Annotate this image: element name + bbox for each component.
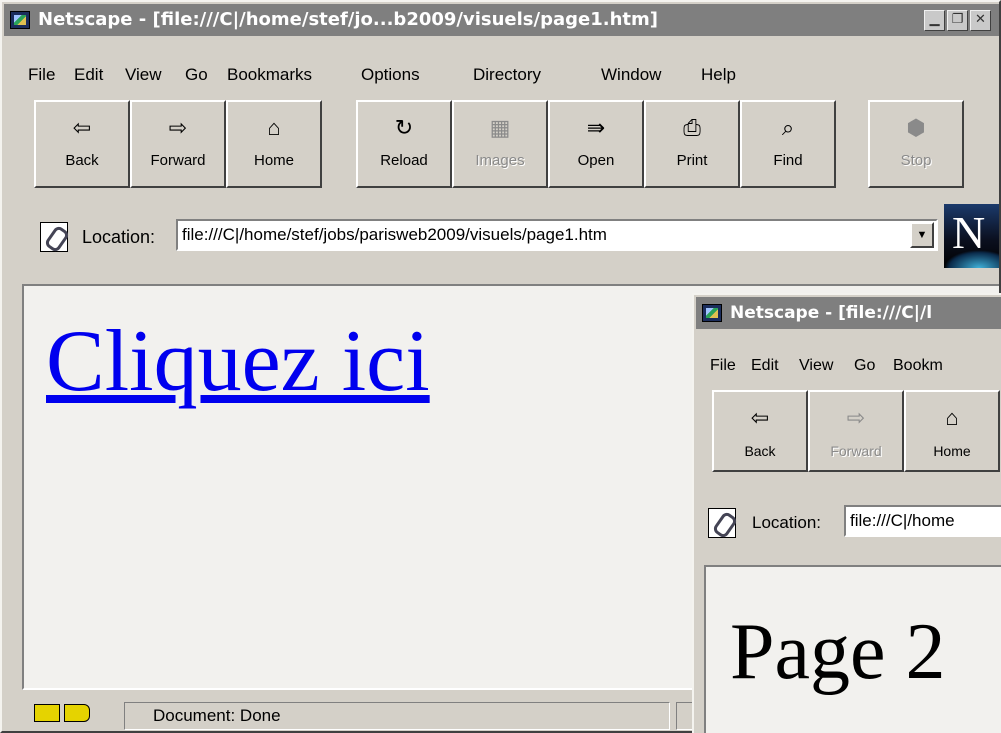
back-arrow-icon: ⇦ <box>750 405 770 430</box>
bookmark-quickfile-icon[interactable] <box>708 508 736 538</box>
back-button[interactable]: ⇦ Back <box>712 390 808 472</box>
window-title: Netscape - [file:///C|/home/stef/jo...b2… <box>38 9 658 30</box>
menu-directory[interactable]: Directory <box>473 60 541 90</box>
menu-go[interactable]: Go <box>185 60 208 90</box>
print-label: Print <box>676 152 708 169</box>
menu-go[interactable]: Go <box>854 351 875 381</box>
menu-label: Window <box>601 65 662 84</box>
menu-help[interactable]: Help <box>701 60 736 90</box>
location-url-field[interactable]: file:///C|/home/stef/jobs/parisweb2009/v… <box>176 219 938 251</box>
status-text: Document: Done <box>124 702 670 730</box>
menu-label: Bookm <box>893 357 943 374</box>
menu-label: Go <box>854 357 876 374</box>
back-label: Back <box>744 443 776 459</box>
menu-label: Directory <box>473 65 542 84</box>
menu-label: Help <box>701 65 736 84</box>
menu-window[interactable]: Window <box>601 60 661 90</box>
home-label: Home <box>253 152 294 169</box>
menu-view[interactable]: View <box>799 351 833 381</box>
forward-label: Forward <box>150 152 206 169</box>
location-label: Location: <box>752 513 821 532</box>
menu-label: Edit <box>751 357 779 374</box>
open-label: Open <box>577 152 615 169</box>
images-button[interactable]: ▦ Images <box>452 100 548 188</box>
menu-edit[interactable]: Edit <box>751 351 779 381</box>
menu-label: View <box>799 357 834 374</box>
forward-arrow-icon: ⇨ <box>168 115 188 140</box>
menu-label: Go <box>185 65 208 84</box>
open-button[interactable]: ⇛ Open <box>548 100 644 188</box>
menu-file[interactable]: File <box>710 351 736 381</box>
home-button[interactable]: ⌂ Home <box>226 100 322 188</box>
find-icon: ⌕ <box>781 115 795 140</box>
menu-label: Options <box>361 65 420 84</box>
second-browser-window: Netscape - [file:///C|/l File Edit View … <box>692 293 1001 733</box>
stop-label: Stop <box>900 152 932 169</box>
home-label: Home <box>933 443 971 459</box>
page-heading: Page 2 <box>730 608 946 696</box>
location-bar: Location: file:///C|/home <box>696 490 1001 550</box>
bookmark-quickfile-icon[interactable] <box>40 222 68 252</box>
key-security-icon <box>34 704 60 722</box>
netscape-throbber-logo[interactable]: N <box>944 204 999 268</box>
menu-edit[interactable]: Edit <box>74 60 103 90</box>
open-icon: ⇛ <box>586 115 606 140</box>
menu-label: Bookmarks <box>227 65 313 84</box>
home-button[interactable]: ⌂ Home <box>904 390 1000 472</box>
menu-options[interactable]: Options <box>361 60 420 90</box>
menu-view[interactable]: View <box>125 60 162 90</box>
print-icon: ⎙ <box>683 115 701 140</box>
menu-bookmarks[interactable]: Bookm <box>893 351 943 381</box>
home-icon: ⌂ <box>267 115 281 140</box>
throbber-letter: N <box>952 207 986 258</box>
minimize-button[interactable]: ▁ <box>924 10 945 31</box>
menu-label: Edit <box>74 65 104 84</box>
forward-button[interactable]: ⇨ Forward <box>130 100 226 188</box>
menu-label: View <box>125 65 162 84</box>
security-indicator[interactable] <box>34 704 94 726</box>
forward-button[interactable]: ⇨ Forward <box>808 390 904 472</box>
title-bar[interactable]: Netscape - [file:///C|/home/stef/jo...b2… <box>4 4 999 36</box>
maximize-button[interactable]: ❐ <box>947 10 968 31</box>
home-icon: ⌂ <box>945 405 959 430</box>
netscape-app-icon[interactable] <box>702 304 722 322</box>
menu-bookmarks[interactable]: Bookmarks <box>227 60 312 90</box>
reload-button[interactable]: ↻ Reload <box>356 100 452 188</box>
images-label: Images <box>475 152 525 169</box>
mail-status-icon <box>64 704 90 722</box>
menu-label: File <box>28 65 56 84</box>
close-button[interactable]: ✕ <box>970 10 991 31</box>
print-button[interactable]: ⎙ Print <box>644 100 740 188</box>
location-url-field[interactable]: file:///C|/home <box>844 505 1001 537</box>
location-url-text: file:///C|/home/stef/jobs/parisweb2009/v… <box>182 225 607 244</box>
forward-arrow-icon: ⇨ <box>846 405 866 430</box>
page-content: Page 2 <box>704 565 1001 733</box>
location-label: Location: <box>82 227 156 247</box>
reload-label: Reload <box>380 152 428 169</box>
find-button[interactable]: ⌕ Find <box>740 100 836 188</box>
menu-file[interactable]: File <box>28 60 55 90</box>
window-title: Netscape - [file:///C|/l <box>730 303 933 323</box>
title-bar[interactable]: Netscape - [file:///C|/l <box>696 297 1001 329</box>
location-url-text: file:///C|/home <box>850 511 955 530</box>
location-bar: Location: file:///C|/home/stef/jobs/pari… <box>4 204 999 268</box>
cliquez-ici-link[interactable]: Cliquez ici <box>46 312 430 412</box>
menu-label: File <box>710 357 736 374</box>
back-arrow-icon: ⇦ <box>72 115 92 140</box>
reload-icon: ↻ <box>394 115 414 140</box>
forward-label: Forward <box>830 443 882 459</box>
back-label: Back <box>65 152 99 169</box>
images-icon: ▦ <box>489 115 511 140</box>
netscape-app-icon[interactable] <box>10 11 30 29</box>
stop-icon: ⬢ <box>906 115 926 140</box>
location-dropdown-arrow-icon[interactable]: ▼ <box>910 222 934 248</box>
back-button[interactable]: ⇦ Back <box>34 100 130 188</box>
find-label: Find <box>773 152 803 169</box>
stop-button[interactable]: ⬢ Stop <box>868 100 964 188</box>
